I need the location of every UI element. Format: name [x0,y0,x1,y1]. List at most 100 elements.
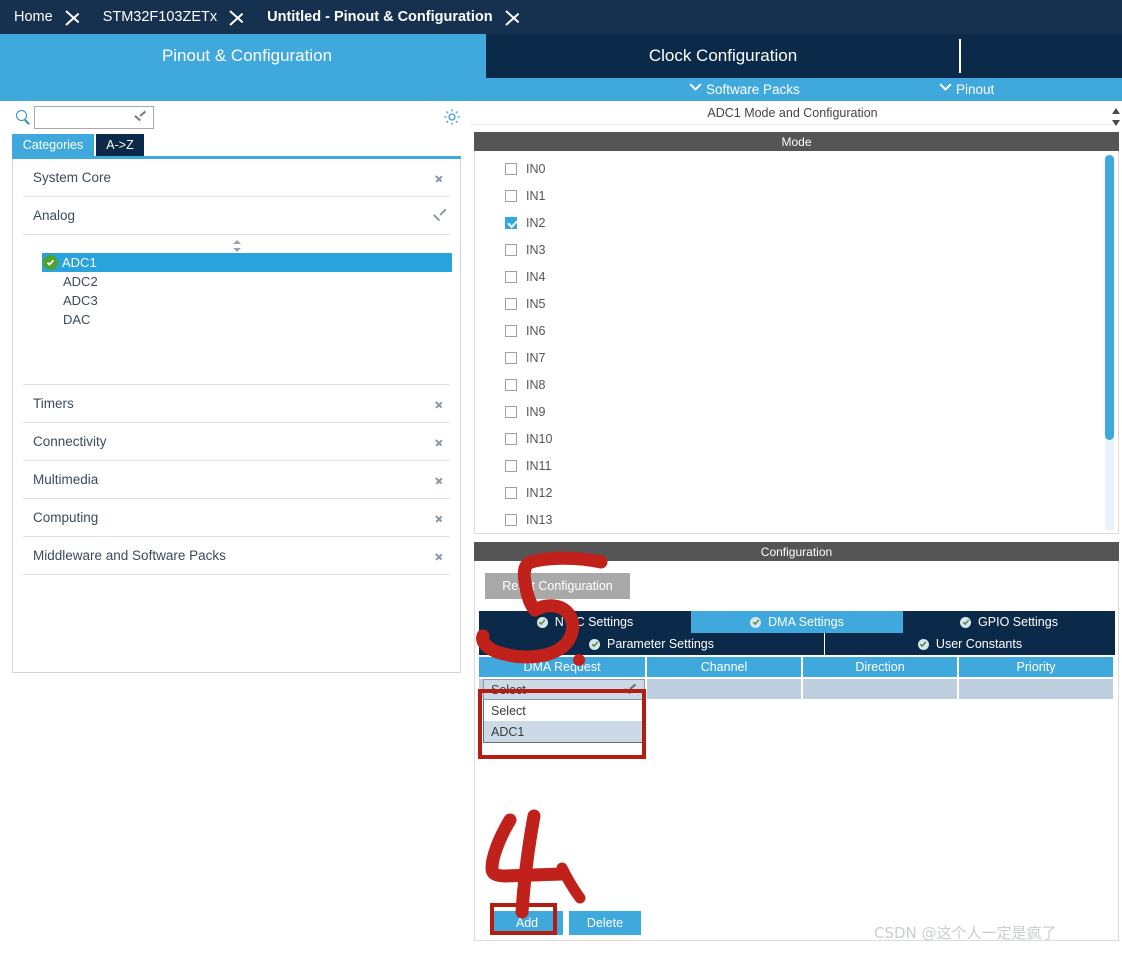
checkbox-in5[interactable] [505,297,517,310]
breadcrumb-chevron-icon [503,0,529,34]
checkbox-row-in11[interactable]: IN11 [505,452,551,479]
checkbox-in3[interactable] [505,243,517,256]
checkbox-row-in1[interactable]: IN1 [505,182,545,209]
software-packs-menu[interactable]: Software Packs [689,78,800,101]
checkbox-in11[interactable] [505,459,517,472]
checkbox-in10[interactable] [505,432,517,445]
peripheral-label: ADC3 [63,293,98,308]
search-input[interactable] [35,107,135,128]
dropdown-option-adc1[interactable]: ADC1 [484,721,644,742]
tab-label: DMA Settings [768,615,844,629]
tab-gpio-settings[interactable]: GPIO Settings [903,611,1115,633]
mode-section-body: IN0 IN1 IN2 IN3 IN4 IN5 IN6 IN7 IN8 IN9 … [474,151,1119,534]
category-multimedia[interactable]: Multimedia [23,461,450,499]
tab-clock-label: Clock Configuration [648,46,798,65]
dma-request-dropdown[interactable]: Select Select ADC1 [483,679,645,743]
checkbox-in8[interactable] [505,378,517,391]
tab-a-to-z[interactable]: A->Z [96,134,144,156]
cell-priority[interactable] [959,679,1113,699]
config-tabs-row-1: NVIC Settings DMA Settings GPIO Settings [475,611,1115,633]
dropdown-option-select[interactable]: Select [484,700,644,721]
search-icon [16,110,30,125]
checkbox-in7[interactable] [505,351,517,364]
checkbox-in12[interactable] [505,486,517,499]
checkbox-row-in8[interactable]: IN8 [505,371,545,398]
checkbox-row-in6[interactable]: IN6 [505,317,545,344]
chevron-down-icon[interactable] [135,115,147,123]
breadcrumb-item-home[interactable]: Home [0,0,63,34]
peripheral-title-label: ADC1 Mode and Configuration [707,105,878,120]
peripheral-item-adc2[interactable]: ADC2 [43,272,454,291]
checkbox-label: IN4 [526,269,546,284]
checkbox-label: IN10 [526,431,553,446]
panel-scroll-up-icon[interactable] [1111,104,1121,115]
column-header-direction[interactable]: Direction [803,657,957,677]
checkbox-label: IN5 [526,296,546,311]
category-list: System Core Analog ADC1 ADC2 ADC3 DAC Ti… [12,159,461,673]
checkbox-row-in2[interactable]: IN2 [505,209,545,236]
tab-label: Parameter Settings [607,637,714,651]
checkbox-row-in10[interactable]: IN10 [505,425,552,452]
checkbox-row-in3[interactable]: IN3 [505,236,545,263]
delete-button[interactable]: Delete [569,911,641,935]
cell-channel[interactable] [647,679,801,699]
tab-label: GPIO Settings [978,615,1058,629]
checkbox-row-in13[interactable]: IN13 [505,506,552,533]
tab-categories[interactable]: Categories [12,134,94,156]
peripheral-item-adc1[interactable]: ADC1 [42,253,452,272]
mode-scrollbar-thumb[interactable] [1105,155,1114,440]
scroll-handle-icon[interactable] [230,239,244,252]
tab-nvic-settings[interactable]: NVIC Settings [479,611,691,633]
breadcrumb-item-current[interactable]: Untitled - Pinout & Configuration [253,0,503,34]
tab-clock-configuration[interactable]: Clock Configuration [486,34,960,78]
column-header-dma-request[interactable]: DMA Request [479,657,645,677]
column-header-priority[interactable]: Priority [959,657,1113,677]
breadcrumb-item-mcu[interactable]: STM32F103ZETx [89,0,227,34]
category-system-core[interactable]: System Core [23,159,450,197]
checkbox-in4[interactable] [505,270,517,283]
category-timers[interactable]: Timers [23,385,450,423]
reset-configuration-button[interactable]: Reset Configuration [485,573,630,599]
search-combobox[interactable] [34,106,154,129]
category-computing[interactable]: Computing [23,499,450,537]
checkbox-in9[interactable] [505,405,517,418]
checkbox-row-in9[interactable]: IN9 [505,398,545,425]
checkbox-row-in0[interactable]: IN0 [505,155,545,182]
category-middleware[interactable]: Middleware and Software Packs [23,537,450,575]
category-connectivity[interactable]: Connectivity [23,423,450,461]
panel-scroll-down-icon[interactable] [1111,115,1121,126]
checkbox-in0[interactable] [505,162,517,175]
chevron-right-icon [434,550,444,562]
tab-extra[interactable] [962,34,1122,78]
tab-pinout-configuration[interactable]: Pinout & Configuration [0,34,494,78]
checkbox-row-in5[interactable]: IN5 [505,290,545,317]
tab-user-constants[interactable]: User Constants [825,633,1115,655]
checkbox-row-in4[interactable]: IN4 [505,263,545,290]
chevron-down-icon[interactable] [625,688,637,696]
checkbox-row-in12[interactable]: IN12 [505,479,552,506]
tab-label: NVIC Settings [554,615,634,629]
column-header-channel[interactable]: Channel [647,657,801,677]
checkbox-row-in7[interactable]: IN7 [505,344,545,371]
category-analog[interactable]: Analog [23,197,450,235]
chevron-down-icon [434,210,444,222]
checkbox-in2[interactable] [505,216,517,229]
breadcrumb: Home STM32F103ZETx Untitled - Pinout & C… [0,0,1122,34]
tab-categories-label: Categories [22,138,84,152]
checkbox-in6[interactable] [505,324,517,337]
configuration-section-header: Configuration [474,542,1119,561]
checkbox-in1[interactable] [505,189,517,202]
cell-direction[interactable] [803,679,957,699]
gear-icon[interactable] [443,108,461,126]
add-button[interactable]: Add [491,911,563,935]
checkbox-label: IN0 [526,161,546,176]
dropdown-selected-value[interactable]: Select [483,679,645,700]
chevron-right-icon [434,172,444,184]
tab-parameter-settings[interactable]: Parameter Settings [479,633,824,655]
peripheral-item-adc3[interactable]: ADC3 [43,291,454,310]
checkbox-in13[interactable] [505,513,517,526]
tab-dma-settings[interactable]: DMA Settings [691,611,903,633]
pinout-menu[interactable]: Pinout [939,78,994,101]
peripheral-item-dac[interactable]: DAC [43,310,454,329]
dropdown-options-list: Select ADC1 [483,700,645,743]
